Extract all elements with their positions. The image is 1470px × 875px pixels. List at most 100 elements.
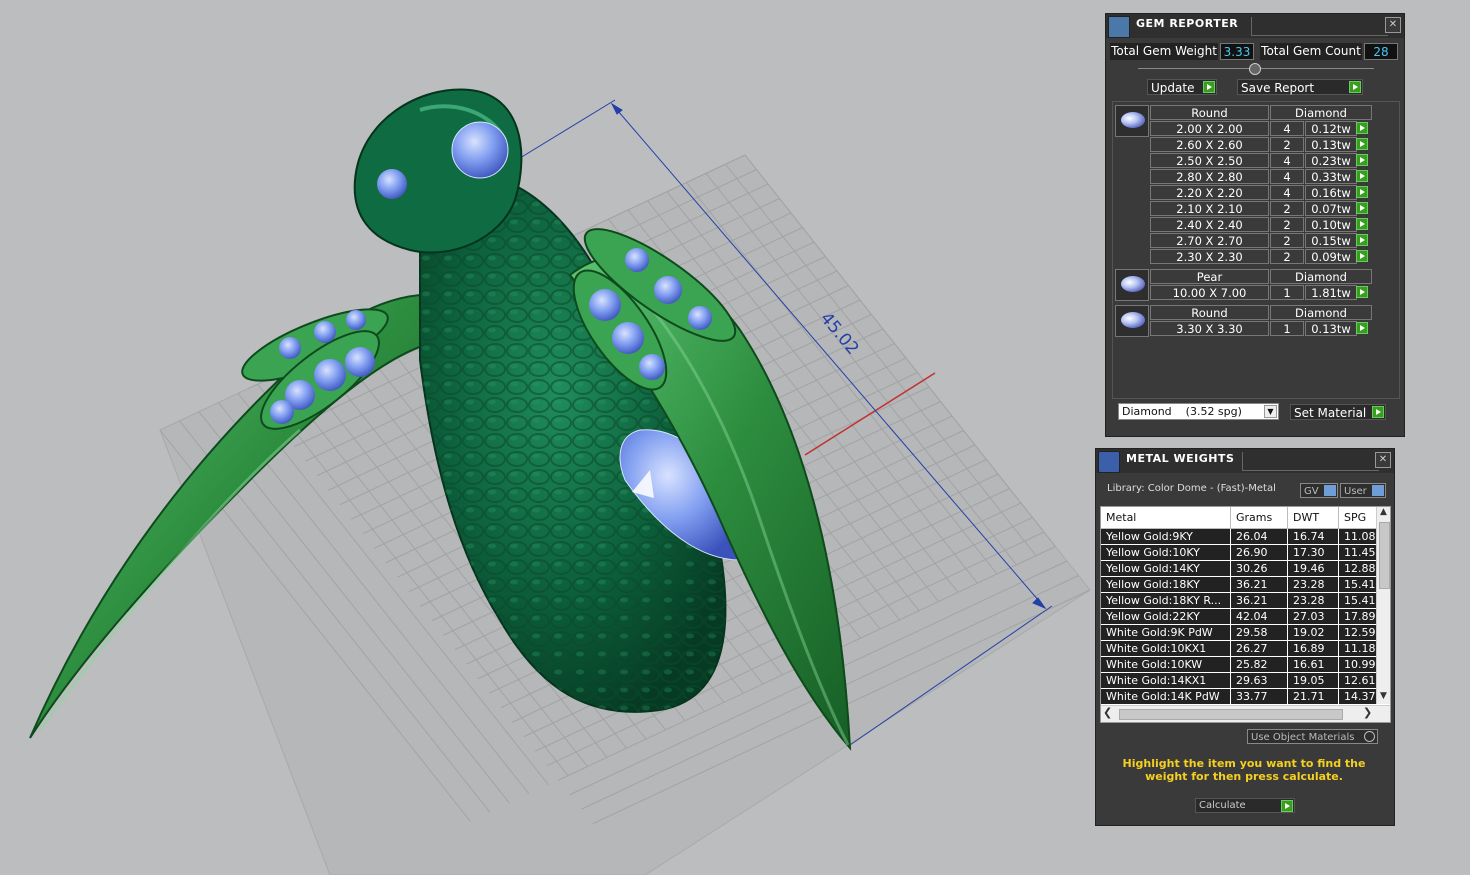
gem-row-select-icon[interactable] [1356,218,1368,230]
metal-name: Yellow Gold:18KY R... [1101,593,1231,609]
metal-table-horizontal-scrollbar[interactable]: ❮ ❯ [1101,705,1390,722]
gem-row-count: 2 [1270,201,1304,216]
col-header-dwt[interactable]: DWT [1288,507,1339,529]
save-report-play-icon [1349,81,1361,93]
gem-row-size[interactable]: 2.80 X 2.80 [1150,169,1269,184]
gem-shape-glyph [1121,112,1145,128]
gem-row-select-icon[interactable] [1356,250,1368,262]
gem-row-size[interactable]: 2.70 X 2.70 [1150,233,1269,248]
use-object-materials-toggle[interactable]: Use Object Materials [1247,729,1378,744]
gem-shape-icon[interactable] [1115,305,1149,337]
gem-row-select-icon[interactable] [1356,122,1368,134]
gem-group-material-header: Diamond [1270,269,1372,284]
metal-table[interactable]: Metal Grams DWT SPG Yellow Gold:9KY 26.04… [1100,506,1391,723]
table-row[interactable]: Yellow Gold:9KY 26.04 16.74 11.08 [1101,529,1379,545]
gem-row-select-icon[interactable] [1356,186,1368,198]
user-toggle-label: User [1344,486,1367,497]
table-row[interactable]: Yellow Gold:18KY R... 36.21 23.28 15.41 [1101,593,1379,609]
gem-row-size[interactable]: 2.10 X 2.10 [1150,201,1269,216]
table-row[interactable]: Yellow Gold:18KY 36.21 23.28 15.41 [1101,577,1379,593]
gem-row-count: 2 [1270,217,1304,232]
title-divider [1251,17,1388,36]
table-row[interactable]: White Gold:10KW 25.82 16.61 10.99 [1101,657,1379,673]
metal-spg: 11.18 [1339,641,1379,657]
save-report-button[interactable]: Save Report [1237,79,1363,95]
set-material-button[interactable]: Set Material [1290,404,1386,420]
gem-row-weight: 0.07tw [1305,201,1357,216]
gem-row-size[interactable]: 3.30 X 3.30 [1150,321,1269,336]
metal-table-vertical-scrollbar[interactable]: ▲ ▼ [1376,507,1390,704]
gem-shape-icon[interactable] [1115,105,1149,137]
table-row[interactable]: Yellow Gold:14KY 30.26 19.46 12.88 [1101,561,1379,577]
table-row[interactable]: White Gold:14K PdW 33.77 21.71 14.37 [1101,689,1379,705]
metal-dwt: 23.28 [1288,577,1339,593]
scroll-down-icon[interactable]: ▼ [1377,691,1390,704]
user-toggle[interactable]: User [1340,483,1386,498]
set-material-button-label: Set Material [1294,406,1367,420]
metal-dwt: 19.02 [1288,625,1339,641]
gv-toggle-label: GV [1304,486,1319,497]
gem-row-size[interactable]: 2.50 X 2.50 [1150,153,1269,168]
gem-row-size[interactable]: 2.00 X 2.00 [1150,121,1269,136]
gem-row-weight: 0.33tw [1305,169,1357,184]
col-header-spg[interactable]: SPG [1339,507,1379,529]
col-header-metal[interactable]: Metal [1101,507,1231,529]
gem-row-weight: 0.09tw [1305,249,1357,264]
title-divider [1242,452,1379,471]
scroll-left-icon[interactable]: ❮ [1103,706,1112,719]
gv-toggle[interactable]: GV [1300,483,1338,498]
metal-name: White Gold:14KX1 [1101,673,1231,689]
table-row[interactable]: White Gold:9K PdW 29.58 19.02 12.59 [1101,625,1379,641]
metal-name: Yellow Gold:22KY [1101,609,1231,625]
gem-row-size[interactable]: 2.60 X 2.60 [1150,137,1269,152]
gem-row-weight: 0.16tw [1305,185,1357,200]
metal-name: Yellow Gold:10KY [1101,545,1231,561]
gem-row-select-icon[interactable] [1356,154,1368,166]
metal-spg: 11.45 [1339,545,1379,561]
gem-row-count: 4 [1270,169,1304,184]
scroll-thumb[interactable] [1379,522,1390,589]
metal-table-header: Metal Grams DWT SPG [1101,507,1379,529]
gem-row-select-icon[interactable] [1356,170,1368,182]
metal-weights-close-icon[interactable]: ✕ [1375,452,1391,468]
table-row[interactable]: White Gold:14KX1 29.63 19.05 12.61 [1101,673,1379,689]
gem-row-size[interactable]: 10.00 X 7.00 [1150,285,1269,300]
gem-row-select-icon[interactable] [1356,286,1368,298]
gem-row-weight: 0.13tw [1305,137,1357,152]
total-gem-weight-label: Total Gem Weight [1110,43,1218,60]
scroll-up-icon[interactable]: ▲ [1377,507,1390,520]
table-row[interactable]: Yellow Gold:10KY 26.90 17.30 11.45 [1101,545,1379,561]
update-button[interactable]: Update [1147,79,1217,95]
metal-spg: 12.88 [1339,561,1379,577]
material-select[interactable]: Diamond (3.52 spg) ▼ [1118,403,1279,420]
gem-row-select-icon[interactable] [1356,138,1368,150]
scroll-right-icon[interactable]: ❯ [1363,706,1372,719]
gem-row-size[interactable]: 2.40 X 2.40 [1150,217,1269,232]
metal-weights-titlebar[interactable]: METAL WEIGHTS ✕ [1096,449,1394,473]
calculate-hint: Highlight the item you want to find the … [1122,757,1366,783]
gem-reporter-titlebar[interactable]: GEM REPORTER ✕ [1106,14,1404,38]
gem-row-size[interactable]: 2.30 X 2.30 [1150,249,1269,264]
total-gem-count-label: Total Gem Count [1260,43,1362,60]
gem-row-select-icon[interactable] [1356,322,1368,334]
gem-row-select-icon[interactable] [1356,202,1368,214]
metal-dwt: 23.28 [1288,593,1339,609]
table-row[interactable]: White Gold:10KX1 26.27 16.89 11.18 [1101,641,1379,657]
scroll-hthumb[interactable] [1119,709,1343,720]
calculate-button[interactable]: Calculate [1195,798,1295,813]
gem-reporter-close-icon[interactable]: ✕ [1385,17,1401,33]
metal-dwt: 21.71 [1288,689,1339,705]
report-slider-handle[interactable] [1249,63,1261,75]
col-header-grams[interactable]: Grams [1231,507,1288,529]
total-gem-weight-value: 3.33 [1220,43,1254,60]
update-play-icon [1203,81,1215,93]
material-select-value: Diamond (3.52 spg) [1122,405,1242,418]
gem-row-size[interactable]: 2.20 X 2.20 [1150,185,1269,200]
metal-weights-app-icon [1098,451,1120,473]
gem-shape-icon[interactable] [1115,269,1149,301]
table-row[interactable]: Yellow Gold:22KY 42.04 27.03 17.89 [1101,609,1379,625]
gem-reporter-app-icon [1108,16,1130,38]
chevron-down-icon[interactable]: ▼ [1264,405,1277,418]
gem-shape-glyph [1121,312,1145,328]
gem-row-select-icon[interactable] [1356,234,1368,246]
